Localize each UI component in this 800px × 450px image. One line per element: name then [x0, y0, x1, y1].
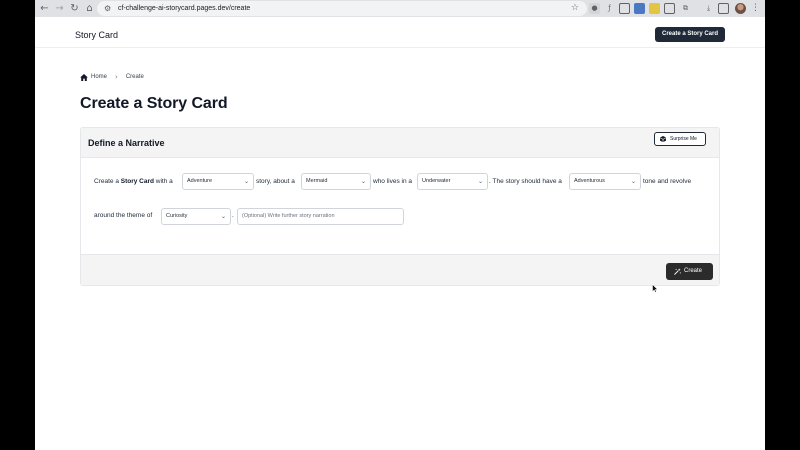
page-title: Create a Story Card [80, 95, 228, 112]
tone-select[interactable]: Adventurous ⌄ [569, 173, 641, 190]
back-icon[interactable]: ← [38, 2, 51, 15]
extension-icon[interactable]: ƒ [604, 3, 615, 14]
url-text: cf-challenge-ai-storycard.pages.dev/crea… [118, 5, 251, 12]
chevron-down-icon: ⌄ [243, 178, 249, 185]
breadcrumb: Home › Create [80, 73, 144, 81]
download-icon[interactable]: ⤓ [703, 3, 714, 14]
sentence-text: tone and revolve [643, 178, 692, 185]
tune-icon[interactable]: ⚙ [104, 1, 111, 16]
narrative-card: Define a Narrative Surprise Me Create a … [80, 127, 720, 286]
character-value: Mermaid [306, 178, 328, 184]
browser-toolbar: ← → ↻ ⌂ ⚙ cf-challenge-ai-storycard.page… [35, 0, 765, 17]
chevron-right-icon: › [115, 73, 118, 81]
setting-select[interactable]: Underwater ⌄ [417, 173, 488, 190]
app-header: Story Card Create a Story Card [35, 17, 765, 48]
mouse-cursor-icon [652, 284, 658, 293]
profile-avatar[interactable] [735, 3, 746, 14]
menu-icon[interactable]: ⋮ [751, 2, 760, 15]
chevron-down-icon: ⌄ [360, 178, 366, 185]
brand-logo[interactable]: Story Card [75, 30, 118, 40]
chevron-down-icon: ⌄ [477, 178, 483, 185]
sentence-text: . The story should have a [489, 178, 562, 185]
surprise-me-button[interactable]: Surprise Me [654, 132, 706, 146]
tone-value: Adventurous [574, 178, 605, 184]
create-button[interactable]: Create [666, 263, 713, 280]
breadcrumb-home[interactable]: Home [91, 74, 107, 80]
extension-icon[interactable] [664, 3, 675, 14]
extension-icon[interactable]: ● [589, 3, 600, 14]
setting-value: Underwater [422, 178, 451, 184]
extension-icon[interactable] [619, 3, 630, 14]
chevron-down-icon: ⌄ [630, 178, 636, 185]
reload-icon[interactable]: ↻ [68, 2, 81, 15]
breadcrumb-current: Create [125, 74, 144, 80]
card-footer: Create [81, 254, 719, 285]
browser-window: ← → ↻ ⌂ ⚙ cf-challenge-ai-storycard.page… [35, 0, 765, 450]
theme-value: Curiosity [166, 213, 188, 219]
sentence-text: story, about a [256, 178, 295, 185]
forward-icon[interactable]: → [53, 2, 66, 15]
genre-value: Adventure [187, 178, 213, 184]
home-icon [80, 73, 88, 81]
magic-wand-icon [674, 268, 681, 275]
bookmark-star-icon[interactable]: ☆ [571, 1, 579, 16]
genre-select[interactable]: Adventure ⌄ [182, 173, 254, 190]
sentence-text: . [232, 212, 234, 219]
card-title: Define a Narrative [88, 138, 165, 148]
create-label: Create [684, 268, 703, 274]
dice-icon [660, 136, 666, 142]
home-icon[interactable]: ⌂ [83, 2, 96, 15]
surprise-me-label: Surprise Me [670, 136, 697, 142]
extension-icon[interactable] [634, 3, 645, 14]
extensions-icon[interactable]: ⧉ [680, 3, 691, 14]
side-panel-icon[interactable] [718, 3, 729, 14]
card-header: Define a Narrative Surprise Me [81, 128, 719, 158]
sentence-text: around the theme of [94, 212, 153, 219]
chevron-down-icon: ⌄ [220, 213, 226, 220]
character-select[interactable]: Mermaid ⌄ [301, 173, 371, 190]
narration-input[interactable]: (Optional) Write further story narration [237, 208, 404, 225]
sentence-text: Create a Story Card with a [94, 178, 173, 185]
theme-select[interactable]: Curiosity ⌄ [161, 208, 231, 225]
extension-icon[interactable] [649, 3, 660, 14]
create-story-card-button[interactable]: Create a Story Card [655, 27, 725, 42]
sentence-text: who lives in a [373, 178, 413, 185]
address-bar[interactable]: ⚙ cf-challenge-ai-storycard.pages.dev/cr… [97, 1, 587, 16]
